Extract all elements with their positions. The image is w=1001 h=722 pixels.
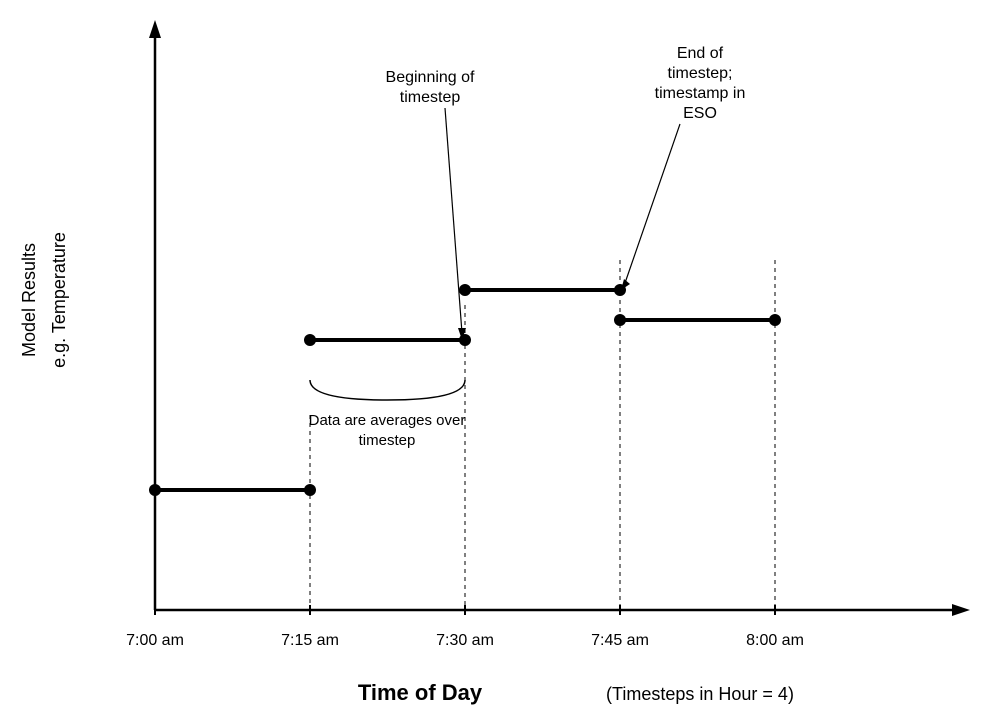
x-label-800: 8:00 am: [746, 632, 804, 649]
annotation-beginning-2: timestep: [400, 89, 461, 106]
x-label-730: 7:30 am: [436, 632, 494, 649]
x-axis-title: Time of Day: [358, 680, 483, 705]
x-axis-subtitle: (Timesteps in Hour = 4): [606, 684, 794, 704]
x-label-700: 7:00 am: [126, 632, 184, 649]
y-axis-label-1: Model Results: [19, 243, 39, 357]
chart-container: Model Results e.g. Temperature 7:00 am 7…: [0, 0, 1001, 717]
annotation-end-4: ESO: [683, 105, 717, 122]
annotation-beginning: Beginning of: [386, 69, 476, 86]
y-axis-label-2: e.g. Temperature: [49, 232, 69, 368]
annotation-end-3: timestamp in: [655, 85, 746, 102]
annotation-end-2: timestep;: [668, 65, 733, 82]
annotation-avg-1: Data are averages over: [309, 412, 466, 429]
x-label-715: 7:15 am: [281, 632, 339, 649]
annotation-end-1: End of: [677, 45, 724, 62]
annotation-avg-2: timestep: [359, 432, 416, 449]
x-label-745: 7:45 am: [591, 632, 649, 649]
